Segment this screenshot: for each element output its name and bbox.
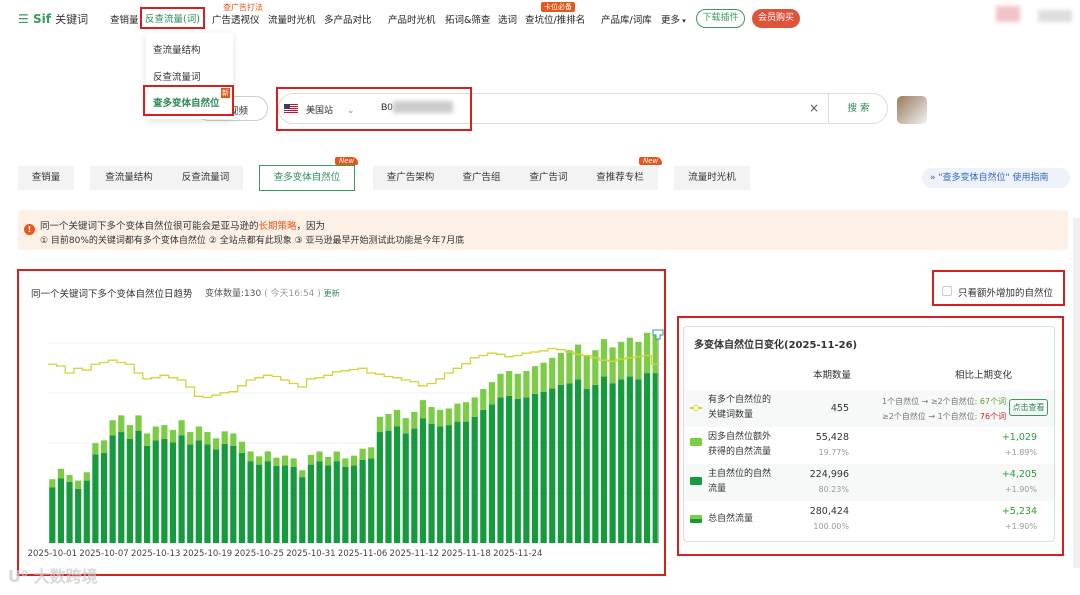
nav-rank-position[interactable]: 查坑位/推排名 [525, 12, 585, 26]
avatar[interactable] [996, 6, 1020, 22]
legend-dot-icon [693, 405, 699, 411]
legend-stacked-icon [690, 515, 702, 523]
nav-tag-must-have: 卡位必备 [541, 2, 575, 12]
watermark-logo-icon: ᑌ⁰ [8, 567, 34, 586]
desc-loss: ≥2个自然位 → 1个自然位: 76个词 [882, 412, 1007, 421]
tab-multi-variant[interactable]: 查多变体自然位 [259, 165, 355, 191]
row-value-main: 224,996 [809, 469, 849, 480]
alert-icon: ! [24, 224, 35, 235]
row-changepct-extra: +1.89% [1004, 448, 1037, 457]
row-label-main: 主自然位的自然 流量 [708, 469, 772, 494]
row-change-main: +4,205 [1001, 469, 1037, 480]
nav-more[interactable]: 更多 ▾ [661, 12, 686, 26]
close-icon[interactable]: × [809, 101, 819, 115]
nav-product-timemachine[interactable]: 产品时光机 [388, 12, 436, 26]
nav-multi-compare[interactable]: 多产品对比 [324, 12, 372, 26]
tab-ad-structure[interactable]: 查广告架构 [373, 166, 448, 190]
notice-line2: ① 目前80%的关键词都有多个变体自然位 ② 全站点都有此现象 ③ 亚马逊最早开… [40, 236, 465, 246]
notice-banner: ! 同一个关键词下多个变体自然位很可能会是亚马逊的长期策略，因为 ① 目前80%… [18, 210, 1068, 250]
tab-reverse-words[interactable]: 反查流量词 [168, 166, 243, 190]
chevron-down-icon: ▾ [680, 17, 686, 25]
row-pct-extra: 19.77% [818, 448, 849, 457]
tab-ad-words[interactable]: 查广告词 [515, 166, 582, 190]
row-label-total: 总自然流量 [708, 514, 754, 524]
right-scroll-edge[interactable] [1073, 218, 1080, 568]
row-pct-total: 100.00% [813, 522, 849, 531]
desc-gain: 1个自然位 → ≥2个自然位: 67个词 [882, 397, 1007, 406]
nav-reverse-traffic[interactable]: 反查流量(词) [140, 7, 205, 29]
nav-sales[interactable]: 查销量 [110, 12, 139, 26]
top-nav: ☰ Sif 关键词 查销量 反查流量(词) 查广告打法 广告透视仪 流量时光机 … [0, 0, 1080, 36]
annotation-box-chart [17, 269, 666, 576]
notice-line1: 同一个关键词下多个变体自然位很可能会是亚马逊的长期策略，因为 [40, 221, 326, 232]
row-change-extra: +1,029 [1001, 432, 1037, 443]
tab-sales[interactable]: 查销量 [18, 166, 74, 190]
menu-icon[interactable]: ☰ [18, 12, 33, 26]
usage-guide-link[interactable]: » "查多变体自然位" 使用指南 [922, 168, 1070, 188]
search-button[interactable]: 搜 索 [828, 94, 888, 123]
tab-new-badge: New [639, 157, 663, 165]
dropdown-item-traffic-structure[interactable]: 查流量结构 [153, 42, 201, 56]
mascot-image [897, 96, 927, 124]
panel-title: 多变体自然位日变化(2025-11-26) [694, 340, 858, 351]
extra-only-checkbox[interactable] [942, 286, 952, 296]
col-current: 本期数量 [813, 370, 852, 381]
dropdown-item-reverse-words[interactable]: 反查流量词 [153, 69, 201, 83]
nav-traffic-timemachine[interactable]: 流量时光机 [268, 12, 316, 26]
user-name-blurred[interactable] [1038, 10, 1072, 22]
legend-dark-green-icon [690, 477, 702, 485]
legend-light-green-icon [690, 438, 702, 446]
vip-purchase-button[interactable]: 会员购买 [752, 9, 800, 28]
col-change: 相比上期变化 [955, 370, 1013, 381]
row-pct-main: 80.23% [818, 485, 849, 494]
asin-blurred [393, 101, 453, 113]
tab-ad-group[interactable]: 查广告组 [448, 166, 515, 190]
new-badge: 新 [221, 88, 230, 98]
nav-ad-perspective[interactable]: 广告透视仪 [212, 12, 260, 26]
row-label-keywords: 有多个自然位的 关键词数量 [708, 395, 772, 420]
tab-traffic-timemachine[interactable]: 流量时光机 [674, 166, 750, 190]
tab-traffic-structure[interactable]: 查流量结构 [90, 166, 168, 190]
nav-select-words[interactable]: 选词 [498, 12, 517, 26]
row-value-total: 280,424 [809, 506, 849, 517]
download-plugin-button[interactable]: 下载插件 [696, 9, 745, 28]
extra-only-label: 只看额外增加的自然位 [958, 288, 1054, 299]
row-changepct-total: +1.90% [1004, 522, 1037, 531]
watermark: ᑌ⁰ 大数跨境 [8, 567, 98, 586]
nav-expand-words[interactable]: 拓词&筛查 [445, 12, 490, 26]
row-change-total: +5,234 [1001, 506, 1037, 517]
tab-new-badge: New [335, 157, 359, 165]
tab-recommend[interactable]: 查推荐专栏 [582, 166, 658, 190]
nav-product-library[interactable]: 产品库/词库 [601, 12, 652, 26]
logo[interactable]: ☰ Sif 关键词 [18, 11, 88, 27]
view-details-button[interactable]: 点击查看 [1009, 399, 1048, 416]
row-changepct-main: +1.90% [1004, 485, 1037, 494]
row-label-extra: 因多自然位额外 获得的自然流量 [708, 432, 772, 457]
row-value-keywords: 455 [830, 403, 849, 414]
row-value-extra: 55,428 [815, 432, 849, 443]
